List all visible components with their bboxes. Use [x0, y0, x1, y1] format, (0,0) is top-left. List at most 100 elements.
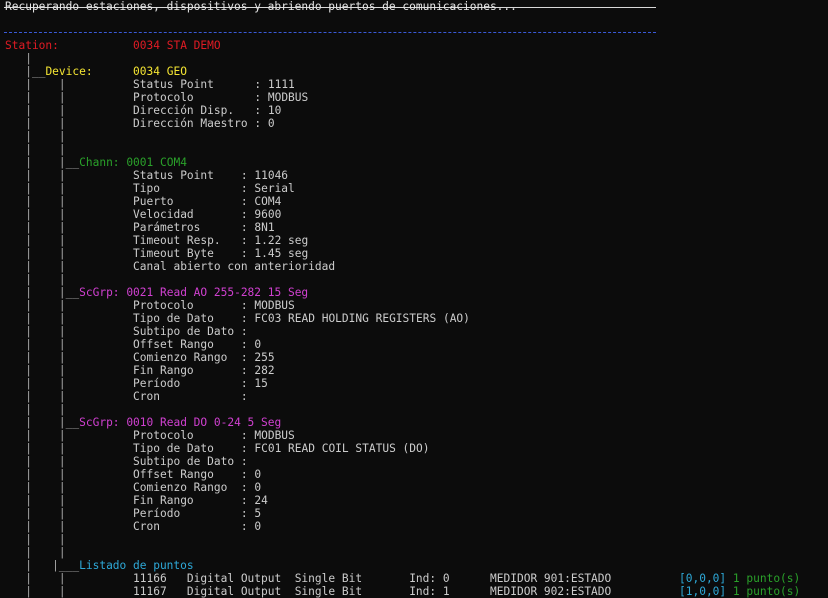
property-value: : 255: [240, 351, 275, 364]
tree-line: |: [25, 559, 32, 572]
property-key: Dirección Disp.: [133, 104, 248, 117]
tree-line: |: [58, 585, 66, 598]
device-label: Device:: [45, 65, 93, 78]
property-value: : 11046: [240, 169, 289, 182]
tree-line: |: [58, 273, 66, 286]
property-value: : 1111: [254, 78, 295, 91]
property-value: : FC03 READ HOLDING REGISTERS (AO): [240, 312, 470, 325]
property-key: Status Point: [133, 169, 235, 182]
tree-line: |: [25, 299, 32, 312]
property-value: : 0: [240, 338, 262, 351]
tree-line: |: [58, 351, 66, 364]
tree-line: |: [25, 143, 32, 156]
tree-line: |: [58, 169, 66, 182]
point-description: 11167 Digital Output Single Bit Ind: 1 M…: [133, 585, 612, 598]
tree-line: |: [58, 520, 66, 533]
tree-line: |: [58, 260, 66, 273]
tree-line: |: [58, 78, 66, 91]
tree-line: |: [58, 455, 66, 468]
points-list-label: Listado de puntos: [79, 559, 194, 572]
tree-line: |: [58, 403, 66, 416]
tree-line: |: [58, 234, 66, 247]
property-key: Fin Rango: [133, 364, 235, 377]
property-key: Velocidad: [133, 208, 235, 221]
tree-line: |: [25, 494, 32, 507]
property-value: : 24: [240, 494, 268, 507]
tree-line: |: [58, 325, 66, 338]
property-key: Comienzo Rango: [133, 351, 235, 364]
property-value: : 10: [254, 104, 282, 117]
tree-line: |: [58, 195, 66, 208]
scan-group-label: ScGrp:: [79, 416, 120, 429]
tree-line: |: [58, 533, 66, 546]
tree-line: |: [25, 455, 32, 468]
property-key: Tipo de Dato: [133, 312, 235, 325]
tree-line: |: [25, 234, 32, 247]
property-value: : 0: [240, 468, 262, 481]
blue-dashed-separator: [4, 32, 656, 33]
property-value: : 5: [240, 507, 262, 520]
tree-line: |: [25, 273, 32, 286]
property-key: Subtipo de Dato: [133, 455, 235, 468]
tree-line: |: [25, 520, 32, 533]
property-key: Timeout Byte: [133, 247, 235, 260]
tree-line: |: [58, 442, 66, 455]
property-key: Protocolo: [133, 91, 248, 104]
channel-value: 0001 COM4: [126, 156, 187, 169]
tree-line: |: [25, 442, 32, 455]
tree-line: |: [58, 338, 66, 351]
tree-line: |: [25, 117, 32, 130]
channel-note-text: Canal abierto con anterioridad: [133, 260, 336, 273]
property-key: Fin Rango: [133, 494, 235, 507]
tree-line: |: [25, 533, 32, 546]
tree-line: |: [25, 481, 32, 494]
tree-line: |: [25, 338, 32, 351]
tree-line: |: [25, 260, 32, 273]
property-value: : 282: [240, 364, 275, 377]
tree-line: |: [58, 208, 66, 221]
tree-line: |: [25, 156, 32, 169]
station-value: 0034 STA DEMO: [133, 39, 221, 52]
property-value: : FC01 READ COIL STATUS (DO): [240, 442, 430, 455]
property-key: Parámetros: [133, 221, 235, 234]
property-value: : MODBUS: [254, 91, 309, 104]
tree-line: |: [58, 182, 66, 195]
tree-line: |: [25, 507, 32, 520]
property-key: Período: [133, 377, 235, 390]
property-value: : 0: [254, 117, 275, 130]
property-key: Cron: [133, 520, 235, 533]
property-key: Offset Rango: [133, 468, 235, 481]
property-value: : 1.45 seg: [240, 247, 309, 260]
property-key: Período: [133, 507, 235, 520]
property-value: :: [240, 455, 248, 468]
property-key: Comienzo Rango: [133, 481, 235, 494]
device-value: 0034 GEO: [133, 65, 187, 78]
tree-line: |: [58, 481, 66, 494]
tree-line: |: [25, 91, 32, 104]
tree-line: |: [25, 286, 32, 299]
property-value: :: [240, 325, 248, 338]
property-key: Tipo: [133, 182, 235, 195]
tree-line: |: [58, 130, 66, 143]
property-value: : MODBUS: [240, 299, 295, 312]
tree-line: |: [58, 299, 66, 312]
tree-line: |: [58, 364, 66, 377]
property-key: Dirección Maestro: [133, 117, 248, 130]
property-key: Cron: [133, 390, 235, 403]
tree-line: |: [25, 312, 32, 325]
tree-line: |: [25, 182, 32, 195]
tree-line: |: [25, 377, 32, 390]
property-key: Subtipo de Dato: [133, 325, 235, 338]
tree-line: |: [25, 247, 32, 260]
tree-line: |: [25, 546, 32, 559]
tree-line: |: [58, 507, 66, 520]
tree-line: |: [25, 208, 32, 221]
tree-line: |: [25, 104, 32, 117]
property-value: : MODBUS: [240, 429, 295, 442]
tree-line: |: [58, 117, 66, 130]
property-key: Tipo de Dato: [133, 442, 235, 455]
property-value: : COM4: [240, 195, 282, 208]
point-coords: [1,0,0]: [679, 585, 727, 598]
scan-group-value: 0021 Read AO 255-282 15 Seg: [126, 286, 309, 299]
tree-line: |: [25, 351, 32, 364]
